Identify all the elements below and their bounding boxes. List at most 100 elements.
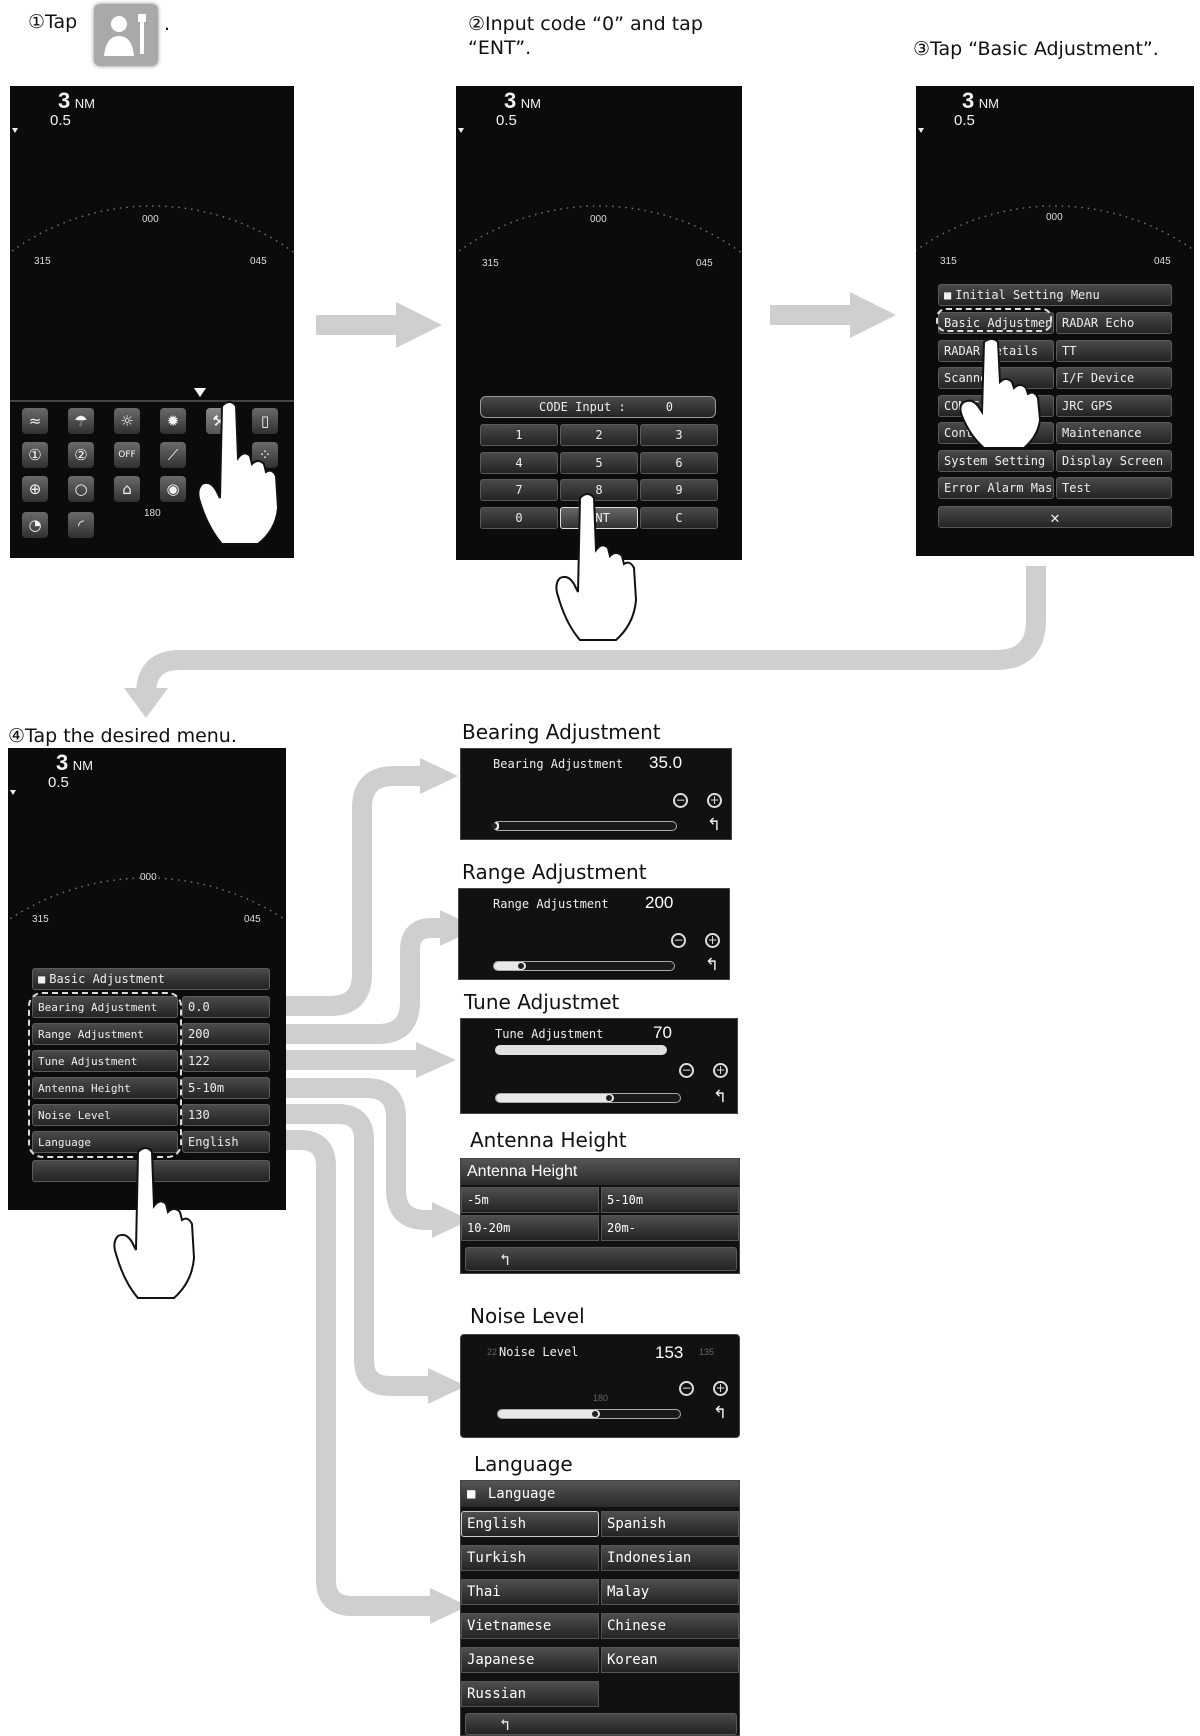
increase-button[interactable]: + — [705, 933, 720, 948]
sun-icon[interactable]: ☼ — [114, 408, 140, 434]
language-option-japanese[interactable]: Japanese — [461, 1647, 599, 1673]
code-input-value: 0 — [665, 400, 673, 414]
back-icon[interactable]: ↰ — [713, 1087, 727, 1107]
menu-item-jrc-gps[interactable]: JRC GPS — [1056, 394, 1172, 417]
highlight-basic-adjustment — [936, 308, 1052, 332]
tune-slider[interactable] — [495, 1093, 681, 1103]
highlight-menu-items — [28, 992, 182, 1158]
power-off-icon[interactable]: OFF — [114, 442, 140, 468]
antenna-option[interactable]: 10-20m — [461, 1215, 599, 1241]
user1-icon[interactable]: ① — [22, 442, 48, 468]
key-9[interactable]: 9 — [640, 479, 718, 501]
bearing-000: 000 — [1046, 212, 1063, 223]
basic-item-value: 0.0 — [182, 996, 270, 1018]
language-option-indonesian[interactable]: Indonesian — [601, 1545, 739, 1571]
screen3-initial-setting-menu: 3 NM 0.5 000 315 045 ■ Initial Setting M… — [916, 86, 1194, 556]
bearing-value: 35.0 — [649, 753, 683, 772]
key-c[interactable]: C — [640, 506, 718, 529]
slider-knob[interactable] — [518, 963, 525, 969]
slider-knob[interactable] — [605, 1095, 612, 1101]
noise-title: Noise Level — [499, 1345, 579, 1359]
close-button[interactable]: ✕ — [938, 506, 1172, 528]
collapse-icon[interactable] — [194, 388, 206, 397]
menu-item-test[interactable]: Test — [1056, 477, 1172, 499]
key-4[interactable]: 4 — [480, 451, 558, 474]
language-option-korean[interactable]: Korean — [601, 1647, 739, 1673]
language-option-turkish[interactable]: Turkish — [461, 1545, 599, 1571]
brightness-icon[interactable]: ✹ — [160, 408, 186, 434]
wave-icon[interactable]: ≈ — [22, 408, 48, 434]
key-2[interactable]: 2 — [560, 424, 638, 446]
slider-knob[interactable] — [491, 823, 498, 829]
decrease-button[interactable]: − — [679, 1063, 694, 1078]
key-0[interactable]: 0 — [480, 506, 558, 529]
bearing-slider[interactable] — [491, 821, 677, 831]
decrease-button[interactable]: − — [679, 1381, 694, 1396]
menu-item-tt[interactable]: TT — [1056, 339, 1172, 362]
language-title: Language — [487, 1486, 556, 1502]
range-slider[interactable] — [493, 961, 675, 971]
menu-item-system-setting[interactable]: System Setting — [938, 449, 1054, 472]
flag-icon: ■ — [467, 1486, 476, 1502]
curve-icon[interactable]: ◜ — [68, 512, 94, 538]
antenna-option[interactable]: 5-10m — [601, 1187, 739, 1213]
menu-item-i-f-device[interactable]: I/F Device — [1056, 367, 1172, 389]
back-button[interactable]: ↰ — [465, 1247, 737, 1271]
back-button[interactable]: ↰ — [465, 1713, 737, 1735]
circle-icon[interactable]: ○ — [68, 476, 94, 502]
bearing-000: 000 — [142, 214, 159, 225]
slider-knob[interactable] — [591, 1411, 598, 1417]
tap-hand-icon — [555, 493, 638, 641]
noise-slider[interactable] — [497, 1409, 681, 1419]
antenna-icon[interactable]: ⌂ — [114, 476, 140, 502]
decrease-button[interactable]: − — [671, 933, 686, 948]
bearing-315: 315 — [32, 914, 49, 925]
language-option-thai[interactable]: Thai — [461, 1579, 599, 1605]
location-pin-icon[interactable]: ◉ — [160, 476, 186, 502]
user2-icon[interactable]: ② — [68, 442, 94, 468]
initial-setting-menu-title: ■ Initial Setting Menu — [938, 284, 1172, 306]
decrease-button[interactable]: − — [673, 793, 688, 808]
flag-icon: ■ — [944, 288, 952, 302]
increase-button[interactable]: + — [713, 1381, 728, 1396]
antenna-option[interactable]: 20m- — [601, 1215, 739, 1241]
language-option-chinese[interactable]: Chinese — [601, 1613, 739, 1639]
antenna-option[interactable]: -5m — [461, 1187, 599, 1213]
bearing-000: 000 — [140, 872, 157, 883]
cross-heading-icon[interactable]: ⊕ — [22, 476, 48, 502]
bearing-caption: Bearing Adjustment — [462, 720, 661, 744]
back-icon[interactable]: ↰ — [713, 1403, 727, 1423]
increase-button[interactable]: + — [713, 1063, 728, 1078]
key-7[interactable]: 7 — [480, 479, 558, 501]
key-1[interactable]: 1 — [480, 424, 558, 446]
key-5[interactable]: 5 — [560, 451, 638, 474]
increase-button[interactable]: + — [707, 793, 722, 808]
code-input-field[interactable]: CODE Input : 0 — [480, 396, 716, 418]
bearing-315: 315 — [482, 258, 499, 269]
back-icon[interactable]: ↰ — [705, 955, 719, 975]
line-icon[interactable]: ⟋ — [160, 442, 186, 468]
initial-menu-title-text: Initial Setting Menu — [955, 288, 1100, 302]
basic-item-value: 5-10m — [182, 1077, 270, 1099]
language-option-malay[interactable]: Malay — [601, 1579, 739, 1605]
back-icon[interactable]: ↰ — [707, 815, 721, 835]
menu-item-display-screen[interactable]: Display Screen — [1056, 449, 1172, 472]
antenna-caption: Antenna Height — [470, 1128, 627, 1152]
menu-item-error-alarm-mask[interactable]: Error Alarm Mask — [938, 477, 1054, 499]
language-panel: ■ Language English Spanish Turkish Indonesi… — [460, 1480, 740, 1736]
language-option-vietnamese[interactable]: Vietnamese — [461, 1613, 599, 1639]
language-option-spanish[interactable]: Spanish — [601, 1511, 739, 1537]
tune-slider-fill — [496, 1094, 614, 1102]
radar-sweep-icon[interactable]: ◔ — [22, 512, 48, 538]
key-3[interactable]: 3 — [640, 424, 718, 446]
language-caption: Language — [474, 1452, 573, 1476]
language-option-russian[interactable]: Russian — [461, 1681, 599, 1707]
range-value-display: 200 — [645, 893, 674, 912]
key-6[interactable]: 6 — [640, 451, 718, 474]
menu-item-maintenance[interactable]: Maintenance — [1056, 422, 1172, 444]
menu-item-radar-echo[interactable]: RADAR Echo — [1056, 312, 1172, 334]
language-option-english[interactable]: English — [461, 1511, 599, 1537]
noise-level-panel: 22 Noise Level 153 135 180 − + ↰ — [460, 1334, 740, 1438]
tap-hand-icon — [113, 1147, 196, 1299]
rain-icon[interactable]: ☂ — [68, 408, 94, 434]
